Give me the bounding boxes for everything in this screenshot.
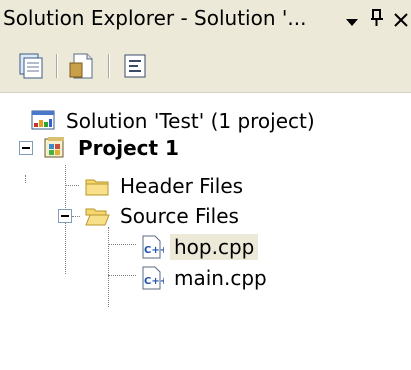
toolbar-separator [56, 54, 58, 78]
window-position-dropdown[interactable] [340, 0, 364, 40]
cpp-file-icon: C++ [138, 234, 168, 260]
toolbar-separator [108, 54, 110, 78]
show-all-files-icon [68, 53, 98, 85]
tree-connector [108, 275, 136, 277]
title-bar[interactable]: Solution Explorer - Solution '... [0, 0, 411, 40]
folder-closed-icon [84, 173, 110, 199]
view-code-button[interactable] [120, 51, 150, 81]
tree-node-label: Project 1 [78, 136, 179, 160]
tree-node-file-main[interactable]: C++ main.cpp [138, 262, 271, 294]
tree-node-label: Header Files [120, 174, 244, 198]
tree-connector [25, 175, 27, 183]
close-button[interactable] [390, 0, 411, 40]
folder-open-icon [84, 203, 110, 229]
tree-node-project[interactable]: Project 1 [42, 132, 183, 164]
tree-node-file-hop[interactable]: C++ hop.cpp [138, 231, 259, 263]
view-code-icon [120, 54, 150, 85]
pin-icon [370, 8, 384, 32]
solution-tree[interactable]: Solution 'Test' (1 project) Project 1 He… [0, 93, 411, 370]
collapse-toggle[interactable] [19, 141, 33, 155]
close-icon [393, 8, 408, 32]
tree-connector [72, 216, 80, 218]
auto-hide-button[interactable] [366, 0, 388, 40]
tree-node-label: hop.cpp [170, 234, 259, 260]
properties-button[interactable] [16, 51, 46, 81]
dropdown-arrow-icon [345, 8, 359, 32]
collapse-toggle[interactable] [58, 209, 72, 223]
cpp-file-icon: C++ [138, 265, 168, 291]
svg-text:C++: C++ [144, 276, 164, 287]
properties-icon [16, 53, 46, 85]
toolbar [0, 40, 411, 93]
tree-node-label: Solution 'Test' (1 project) [66, 109, 315, 133]
project-icon [42, 135, 68, 161]
tree-node-label: main.cpp [174, 266, 267, 290]
svg-text:C++: C++ [144, 245, 164, 256]
tree-connector [65, 185, 79, 187]
tree-node-label: Source Files [120, 204, 239, 228]
solution-explorer-window: Solution Explorer - Solution '... Soluti… [0, 0, 411, 370]
tree-connector [108, 244, 136, 246]
solution-icon [30, 108, 56, 134]
tree-node-header-files[interactable]: Header Files [84, 170, 247, 202]
tree-node-source-files[interactable]: Source Files [84, 200, 243, 232]
show-all-files-button[interactable] [68, 51, 98, 81]
window-title: Solution Explorer - Solution '... [3, 6, 307, 30]
tree-connector [108, 227, 110, 307]
